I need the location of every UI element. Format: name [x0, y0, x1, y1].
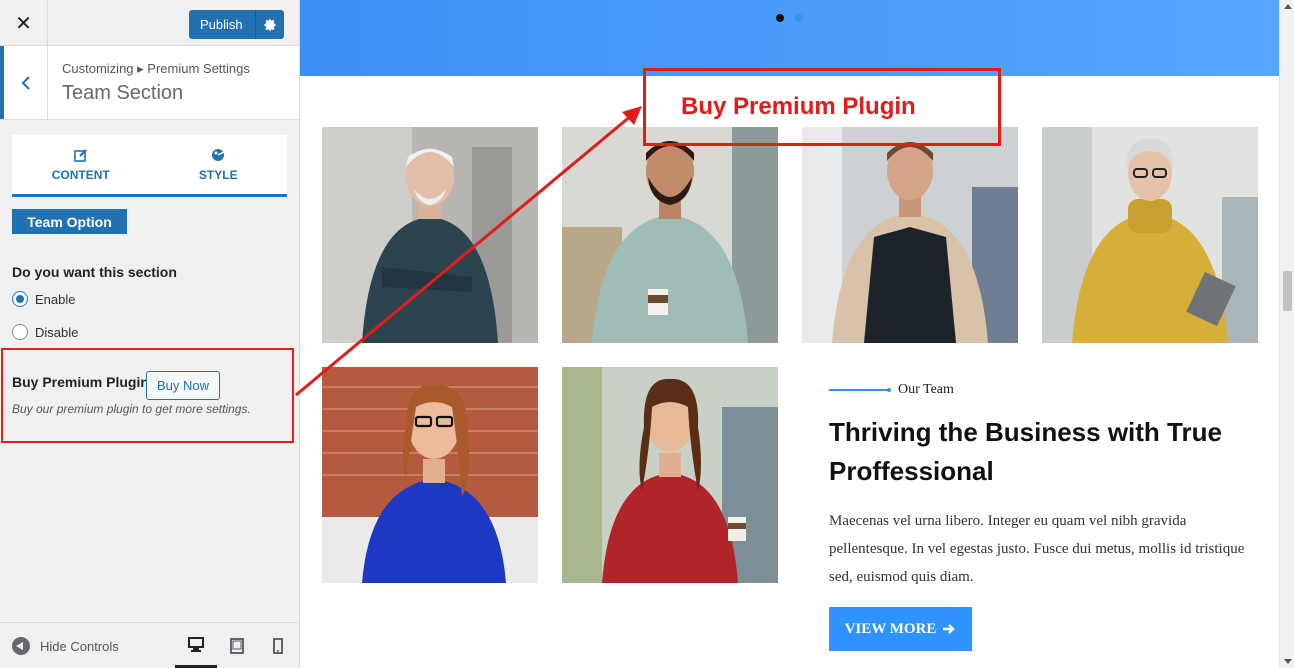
enable-label: Enable	[35, 291, 76, 307]
promo-callout-text: Buy Premium Plugin	[681, 93, 916, 120]
slider-dot[interactable]	[795, 14, 803, 22]
publish-settings-gear-icon[interactable]	[255, 10, 284, 39]
hero-banner	[300, 0, 1279, 76]
customizer-footer: Hide Controls	[0, 622, 299, 668]
publish-button-group: Publish	[189, 10, 284, 39]
close-button[interactable]: ✕	[0, 0, 48, 46]
customizer-window: ✕ Publish Customizing ▸ Premium Settings…	[0, 0, 1294, 668]
team-photo-6	[562, 367, 778, 583]
settings-tabs: CONTENT STYLE	[12, 135, 287, 197]
tab-style-label: STYLE	[198, 167, 238, 182]
customizer-header: ✕ Publish	[0, 0, 299, 46]
view-more-label: VIEW MORE	[844, 620, 937, 637]
scroll-up-arrow-icon[interactable]	[1284, 4, 1292, 9]
edit-icon	[73, 148, 87, 162]
section-headline: Thriving the Business with True Proffess…	[829, 417, 1222, 486]
tab-style[interactable]: STYLE	[150, 135, 288, 194]
team-photo-2	[562, 127, 778, 343]
promo-callout-box: Buy Premium Plugin	[643, 68, 1001, 146]
mobile-preview-button[interactable]	[257, 623, 299, 668]
team-photo-1	[322, 127, 538, 343]
mobile-icon	[273, 638, 283, 654]
scrollbar-thumb[interactable]	[1283, 271, 1292, 311]
view-more-button[interactable]: VIEW MORE	[829, 607, 972, 651]
buy-premium-title: Buy Premium Plugin	[12, 374, 149, 390]
section-title: Team Section	[62, 82, 184, 104]
team-photo-3	[802, 127, 1018, 343]
disable-label: Disable	[35, 324, 79, 340]
enable-radio[interactable]	[12, 291, 28, 307]
customizer-sidebar: ✕ Publish Customizing ▸ Premium Settings…	[0, 0, 300, 668]
collapse-arrow-icon	[12, 637, 30, 655]
desktop-preview-button[interactable]	[175, 623, 217, 668]
visibility-question: Do you want this section	[12, 264, 177, 280]
buy-premium-description: Buy our premium plugin to get more setti…	[12, 402, 251, 416]
tablet-icon	[230, 638, 244, 654]
preview-scrollbar[interactable]	[1279, 0, 1294, 668]
disable-radio-option[interactable]: Disable	[12, 324, 78, 340]
team-photo-4	[1042, 127, 1258, 343]
hide-controls-label: Hide Controls	[40, 638, 119, 654]
section-eyebrow: Our Team	[829, 382, 954, 398]
slider-dot-active[interactable]	[776, 14, 784, 22]
section-paragraph: Maecenas vel urna libero. Integer eu qua…	[829, 513, 1245, 585]
section-header: Customizing ▸ Premium Settings Team Sect…	[0, 46, 299, 120]
enable-radio-option[interactable]: Enable	[12, 291, 75, 307]
scroll-down-arrow-icon[interactable]	[1284, 659, 1292, 664]
tab-content-label: CONTENT	[51, 167, 110, 182]
back-button[interactable]	[0, 46, 48, 119]
buy-now-button[interactable]: Buy Now	[146, 371, 220, 400]
palette-icon	[212, 148, 225, 161]
arrow-right-icon	[943, 624, 956, 634]
tab-content[interactable]: CONTENT	[12, 135, 150, 194]
chevron-left-icon	[21, 75, 30, 90]
tablet-preview-button[interactable]	[216, 623, 258, 668]
team-photo-5	[322, 367, 538, 583]
eyebrow-text: Our Team	[898, 382, 954, 397]
eyebrow-line	[829, 388, 891, 392]
disable-radio[interactable]	[12, 324, 28, 340]
desktop-icon	[188, 636, 204, 652]
site-preview: Our Team Thriving the Business with True…	[300, 0, 1279, 668]
hide-controls-button[interactable]: Hide Controls	[12, 637, 119, 655]
team-option-heading: Team Option	[12, 209, 127, 234]
publish-button[interactable]: Publish	[189, 17, 255, 32]
breadcrumb: Customizing ▸ Premium Settings	[62, 61, 250, 76]
